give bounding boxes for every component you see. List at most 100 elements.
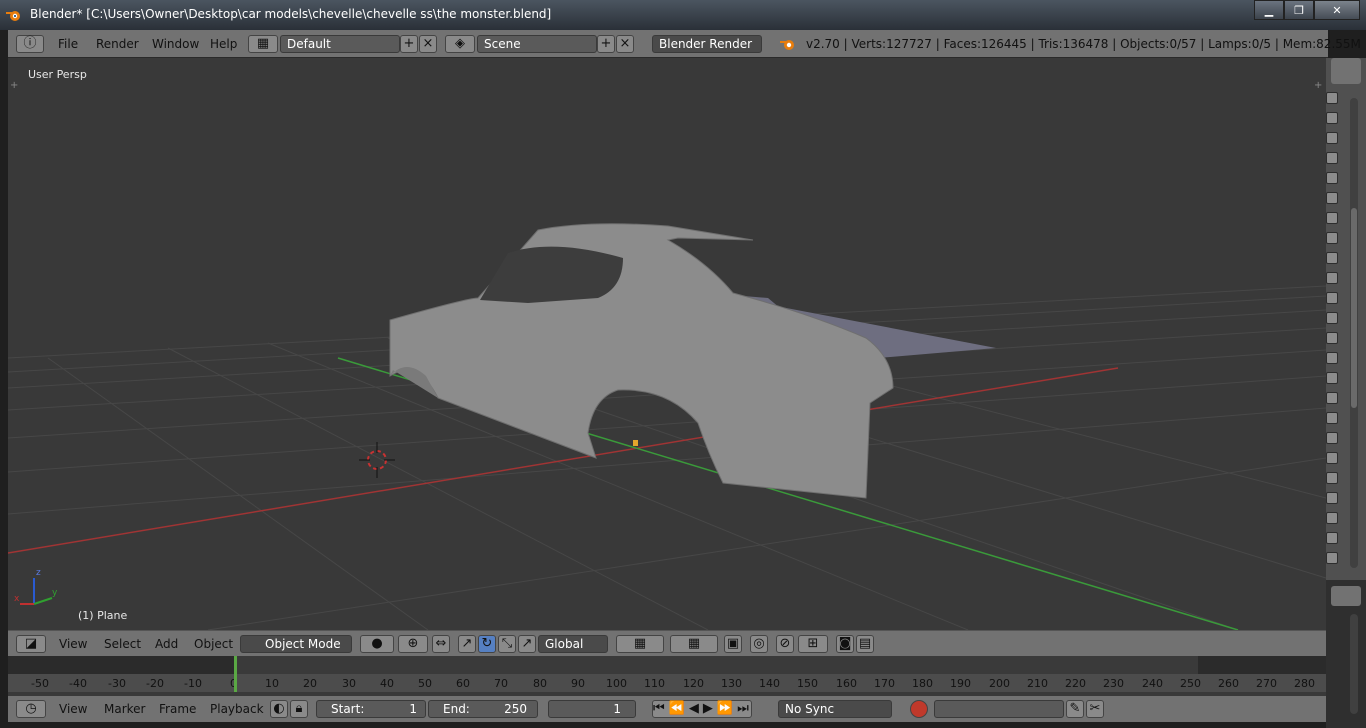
editor-type-timeline-icon[interactable]: ◷ [16,700,46,718]
add-layout-icon[interactable]: + [400,35,418,53]
menu-marker[interactable]: Marker [104,702,145,716]
record-icon[interactable] [910,700,928,718]
properties-toggle-icon[interactable]: + [1314,80,1322,91]
menu-render[interactable]: Render [96,35,139,53]
timeline-tick: 280 [1294,677,1315,690]
properties-scrollbar[interactable] [1350,614,1358,714]
outliner-editor-icon[interactable] [1331,58,1361,84]
snap-toggle-icon[interactable]: ⊘ [776,635,794,653]
playback-controls-icon[interactable]: ⏮⏪◀▶⏩⏭ [652,700,752,718]
layers-grid-icon[interactable]: ▦ [616,635,664,653]
translate-manipulator-icon[interactable]: ↗ [458,635,476,653]
render-toggle-icon[interactable] [1326,292,1338,304]
menu-view[interactable]: View [59,637,87,651]
toolshelf-toggle-icon[interactable]: + [10,80,18,91]
current-frame-marker[interactable] [234,656,237,692]
remove-layout-icon[interactable]: × [419,35,437,53]
sync-mode-select[interactable]: No Sync [778,700,892,718]
timeline-tick: 140 [759,677,780,690]
timeline-ruler[interactable]: -50 -40 -30 -20 -10 0 10 20 30 40 50 60 … [8,674,1326,692]
menu-frame[interactable]: Frame [159,702,196,716]
insert-keyframe-icon[interactable]: ✎ [1066,700,1084,718]
render-toggle-icon[interactable] [1326,452,1338,464]
delete-keyframe-icon[interactable]: ✂ [1086,700,1104,718]
scene-icon[interactable]: ◈ [445,35,475,53]
render-toggle-icon[interactable] [1326,112,1338,124]
close-button[interactable]: ✕ [1314,0,1360,20]
rotate-manipulator-icon[interactable]: ↻ [478,635,496,653]
transform-orientation-select[interactable]: Global [538,635,608,653]
render-toggle-icon[interactable] [1326,412,1338,424]
timeline-tick: 160 [836,677,857,690]
keying-set-field[interactable] [934,700,1064,718]
render-toggle-icon[interactable] [1326,392,1338,404]
editor-type-info-icon[interactable]: ⓘ [16,35,44,53]
render-animation-icon[interactable]: ▤ [856,635,874,653]
menu-help[interactable]: Help [210,35,237,53]
render-toggle-icon[interactable] [1326,492,1338,504]
render-toggle-icon[interactable] [1326,272,1338,284]
render-image-icon[interactable]: ◙ [836,635,854,653]
render-engine-select[interactable]: Blender Render [652,35,762,53]
transform-orientation-icon[interactable]: ↗ [518,635,536,653]
current-frame-field[interactable]: 1 [548,700,636,718]
render-toggle-icon[interactable] [1326,532,1338,544]
menu-view[interactable]: View [59,702,87,716]
remove-scene-icon[interactable]: × [616,35,634,53]
menu-add[interactable]: Add [155,637,178,651]
mode-select[interactable]: Object Mode [240,635,352,653]
manipulator-toggle-icon[interactable]: ⇔ [432,635,450,653]
render-toggle-icon[interactable] [1326,232,1338,244]
maximize-button[interactable]: ❐ [1284,0,1314,20]
render-toggle-icon[interactable] [1326,352,1338,364]
render-toggle-icon[interactable] [1326,552,1338,564]
render-toggle-icon[interactable] [1326,312,1338,324]
timeline-tick: -40 [69,677,87,690]
start-frame-label: Start: [331,702,365,716]
render-toggle-icon[interactable] [1326,372,1338,384]
scale-manipulator-icon[interactable]: ⤡ [498,635,516,653]
render-toggle-icon[interactable] [1326,152,1338,164]
menu-window[interactable]: Window [152,35,199,53]
screen-layout-field[interactable]: Default [280,35,400,53]
screen-layout-icon[interactable]: ▦ [248,35,278,53]
menu-select[interactable]: Select [104,637,141,651]
add-scene-icon[interactable]: + [597,35,615,53]
car-body-mesh[interactable] [389,223,996,499]
timeline-strip [8,656,1326,674]
render-toggle-icon[interactable] [1326,212,1338,224]
layers-grid-2-icon[interactable]: ▦ [670,635,718,653]
minimize-button[interactable]: ▁ [1254,0,1284,20]
outliner-scrollbar[interactable] [1350,98,1358,568]
3d-viewport[interactable]: User Persp (1) Plane x y z + + [8,58,1326,630]
3d-cursor-icon[interactable] [359,442,395,478]
scene-field[interactable]: Scene [477,35,597,53]
menu-playback[interactable]: Playback [210,702,264,716]
lock-layers-icon[interactable]: ▣ [724,635,742,653]
snap-element-icon[interactable]: ⊞ [798,635,828,653]
render-toggle-icon[interactable] [1326,512,1338,524]
timeline-area[interactable]: -50 -40 -30 -20 -10 0 10 20 30 40 50 60 … [8,656,1326,696]
render-toggle-icon[interactable] [1326,472,1338,484]
properties-editor-icon[interactable] [1331,586,1361,606]
gizmo-z-label: z [36,568,41,578]
proportional-editing-icon[interactable]: ◎ [750,635,768,653]
render-toggle-icon[interactable] [1326,332,1338,344]
render-toggle-icon[interactable] [1326,192,1338,204]
pivot-point-icon[interactable]: ⊕ [398,635,428,653]
menu-object[interactable]: Object [194,637,233,651]
preview-range-icon[interactable]: ◐ [270,700,288,718]
start-frame-field[interactable]: Start: 1 [316,700,426,718]
editor-type-3d-icon[interactable]: ◪ [16,635,46,653]
render-toggle-icon[interactable] [1326,172,1338,184]
viewport-shading-icon[interactable]: ● [360,635,394,653]
menu-file[interactable]: File [58,35,78,53]
timeline-tick: 180 [912,677,933,690]
lock-range-icon[interactable]: 🔒︎ [290,700,308,718]
render-toggle-icon[interactable] [1326,132,1338,144]
render-toggle-icon[interactable] [1326,92,1338,104]
end-frame-field[interactable]: End: 250 [428,700,538,718]
render-toggle-icon[interactable] [1326,252,1338,264]
render-toggle-icon[interactable] [1326,432,1338,444]
timeline-tick: -50 [31,677,49,690]
